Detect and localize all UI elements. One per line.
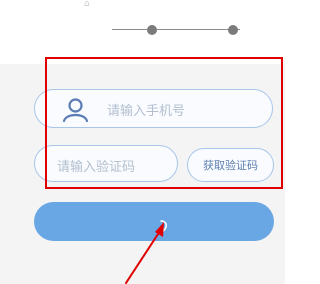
step-dot-1 (147, 25, 157, 35)
device-icon: ⌂ (84, 0, 90, 9)
login-screen: ⌂ 请输入手机号 请输入验证码 获取验证码 (0, 0, 285, 284)
step-connector (112, 29, 240, 30)
step-progress (112, 23, 242, 37)
header-area: ⌂ (0, 0, 285, 64)
login-button[interactable] (34, 202, 274, 241)
annotation-highlight-box (45, 57, 283, 189)
step-dot-2 (228, 25, 238, 35)
